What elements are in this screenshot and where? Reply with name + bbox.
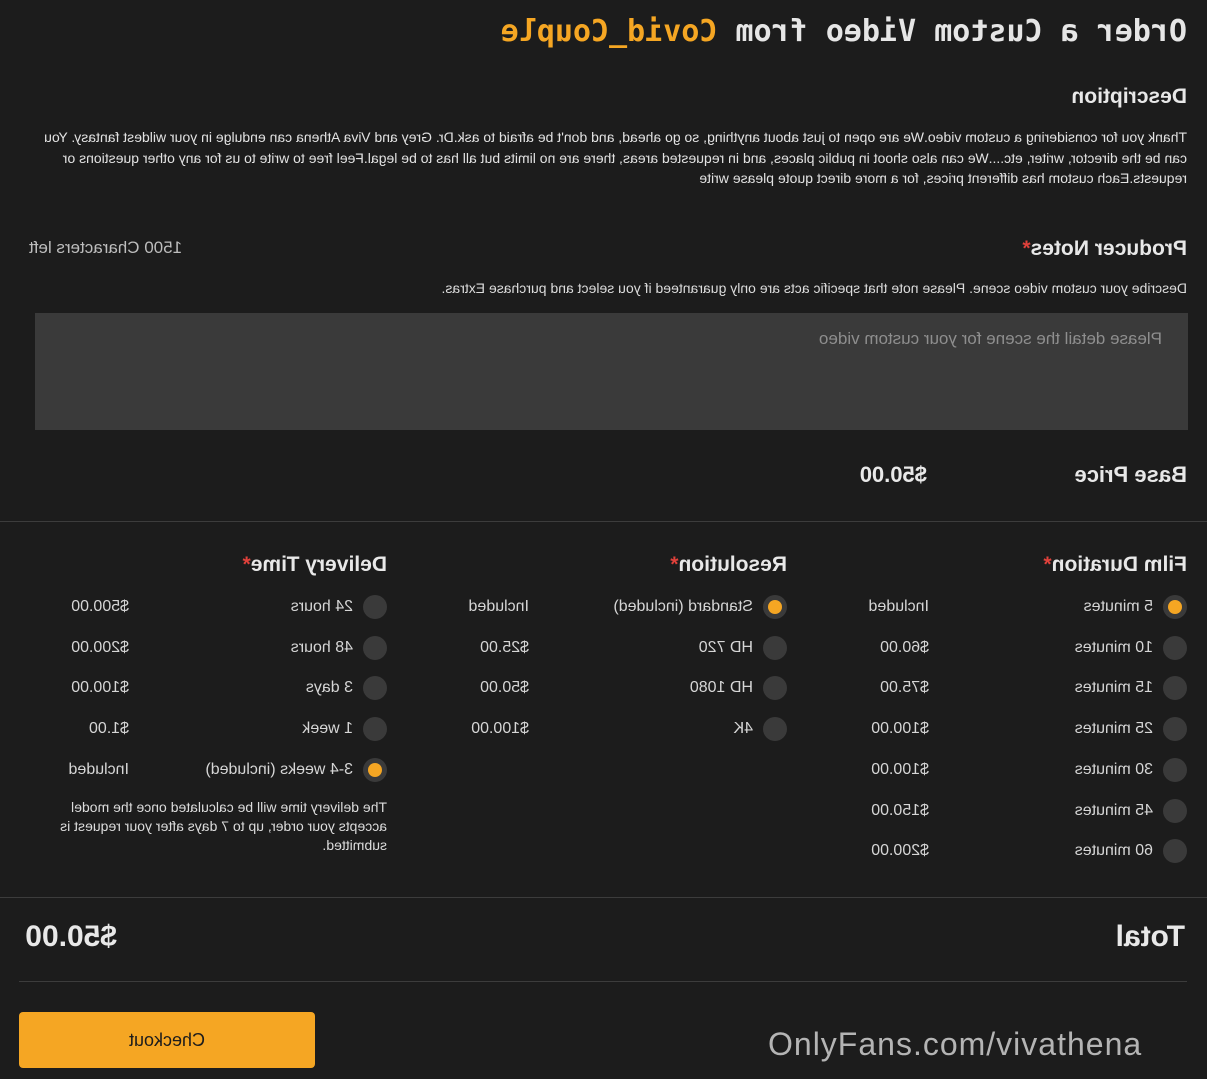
option-label: 5 minutes <box>1083 598 1153 615</box>
radio-button[interactable] <box>763 676 787 701</box>
divider <box>0 521 1207 522</box>
radio-button[interactable] <box>363 717 387 742</box>
delivery-time-option[interactable]: 3 days <box>306 673 387 703</box>
total-label: Total <box>1115 920 1185 953</box>
title-prefix: Order a Custom Video from <box>717 14 1187 49</box>
description-heading: Description <box>1071 85 1187 108</box>
radio-button[interactable] <box>1163 595 1187 619</box>
radio-button[interactable] <box>363 676 387 701</box>
option-label: 30 minutes <box>1074 760 1153 778</box>
film-duration-heading: Film Duration* <box>1043 553 1187 577</box>
option-label: 3-4 weeks (included) <box>205 760 353 778</box>
page-title: Order a Custom Video from Covid_Couple <box>501 14 1187 49</box>
radio-button[interactable] <box>363 757 387 782</box>
radio-button[interactable] <box>763 595 787 619</box>
film-duration-option[interactable]: 30 minutes <box>1075 755 1187 785</box>
delivery-time-label: Delivery Time <box>250 553 387 576</box>
option-label: 24 hours <box>290 598 353 615</box>
option-label: Standard (included) <box>613 598 753 615</box>
required-mark: * <box>242 553 251 576</box>
option-label: 45 minutes <box>1074 801 1153 819</box>
film-duration-option[interactable]: 5 minutes <box>1084 592 1187 622</box>
radio-button[interactable] <box>763 635 787 660</box>
divider <box>0 897 1207 898</box>
required-mark: * <box>670 553 679 576</box>
creator-name: Covid_Couple <box>500 14 718 49</box>
option-label: 3 days <box>305 679 353 697</box>
resolution-option[interactable]: 4K <box>733 714 787 744</box>
custom-video-order-page: Order a Custom Video from Covid_Couple D… <box>0 0 1207 1079</box>
total-value: $50.00 <box>25 920 117 953</box>
option-label: 60 minutes <box>1074 842 1153 860</box>
radio-button[interactable] <box>363 595 387 619</box>
radio-button[interactable] <box>763 717 787 742</box>
option-label: HD 1080 <box>689 679 753 697</box>
checkout-label: Checkout <box>128 1029 206 1050</box>
film-duration-option[interactable]: 45 minutes <box>1075 796 1187 826</box>
option-label: 10 minutes <box>1074 638 1153 656</box>
resolution-option[interactable]: HD 1080 <box>690 673 787 703</box>
film-duration-option[interactable]: 60 minutes <box>1075 836 1187 866</box>
radio-button[interactable] <box>363 635 387 660</box>
producer-notes-hint: Describe your custom video scene. Please… <box>441 280 1187 296</box>
option-price: Included <box>68 760 130 778</box>
resolution-label: Resolution <box>678 553 788 576</box>
option-price: $100.00 <box>871 720 929 738</box>
film-duration-label: Film Duration <box>1051 553 1187 576</box>
option-label: 4K <box>733 720 753 738</box>
option-price: $60.00 <box>880 638 929 656</box>
radio-button[interactable] <box>1163 839 1187 864</box>
checkout-button[interactable]: Checkout <box>19 1012 315 1068</box>
required-mark: * <box>1022 237 1031 260</box>
option-price: $75.00 <box>880 679 929 697</box>
film-duration-option[interactable]: 25 minutes <box>1075 714 1187 744</box>
delivery-time-option[interactable]: 3-4 weeks (included) <box>205 755 387 785</box>
film-duration-option[interactable]: 15 minutes <box>1075 673 1187 703</box>
option-label: 48 hours <box>290 638 353 656</box>
base-price-value: $50.00 <box>859 462 927 487</box>
option-label: HD 720 <box>698 638 753 656</box>
option-price: $1.00 <box>88 720 129 738</box>
delivery-time-option[interactable]: 48 hours <box>291 633 387 663</box>
option-price: $25.00 <box>480 638 529 656</box>
producer-notes-label: Producer Notes <box>1030 237 1187 260</box>
option-price: $100.00 <box>871 760 929 778</box>
characters-left: 1500 Characters left <box>29 238 183 257</box>
radio-button[interactable] <box>1163 635 1187 660</box>
base-price-label: Base Price <box>1074 462 1187 487</box>
delivery-time-option[interactable]: 1 week <box>302 714 387 744</box>
delivery-time-heading: Delivery Time* <box>243 553 387 577</box>
divider <box>19 981 1187 982</box>
radio-button[interactable] <box>1163 798 1187 823</box>
producer-notes-input[interactable] <box>35 313 1188 430</box>
description-text: Thank you for considering a custom video… <box>44 129 1187 186</box>
required-mark: * <box>1043 553 1052 576</box>
option-price: $200.00 <box>71 638 129 656</box>
option-price: $100.00 <box>471 720 529 738</box>
option-price: $150.00 <box>871 801 929 819</box>
radio-button[interactable] <box>1163 676 1187 701</box>
option-price: $50.00 <box>480 679 529 697</box>
producer-notes-heading: Producer Notes* <box>1022 237 1187 261</box>
delivery-time-option[interactable]: 24 hours <box>291 592 387 622</box>
resolution-option[interactable]: HD 720 <box>699 633 787 663</box>
radio-button[interactable] <box>1163 717 1187 742</box>
resolution-heading: Resolution* <box>670 553 787 577</box>
option-price: $100.00 <box>71 679 129 697</box>
delivery-note: The delivery time will be calculated onc… <box>60 799 387 853</box>
option-label: 1 week <box>302 720 353 738</box>
option-label: 15 minutes <box>1074 679 1153 697</box>
option-price: Included <box>468 598 530 615</box>
radio-button[interactable] <box>1163 757 1187 782</box>
option-label: 25 minutes <box>1074 720 1153 738</box>
option-price: $500.00 <box>71 598 129 615</box>
film-duration-option[interactable]: 10 minutes <box>1075 633 1187 663</box>
option-price: $200.00 <box>871 842 929 860</box>
resolution-option[interactable]: Standard (included) <box>613 592 787 622</box>
option-price: Included <box>868 598 930 615</box>
